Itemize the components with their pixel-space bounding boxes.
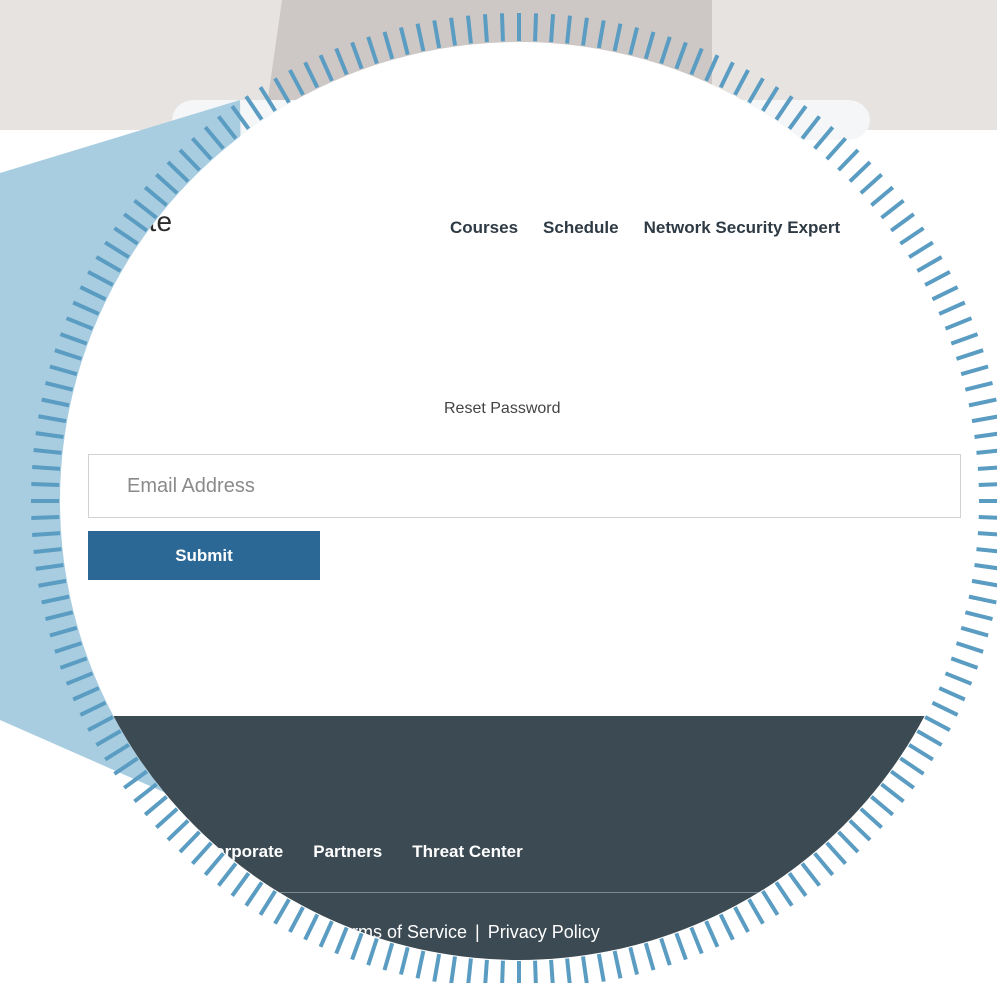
zoom-lens: itute Courses Schedule Network Security … bbox=[60, 42, 978, 960]
footer-link-partners[interactable]: Partners bbox=[313, 842, 382, 862]
nav-schedule[interactable]: Schedule bbox=[543, 218, 619, 238]
legal-separator: | bbox=[475, 922, 480, 942]
terms-link[interactable]: Terms of Service bbox=[333, 922, 467, 942]
nav-courses[interactable]: Courses bbox=[450, 218, 518, 238]
main-nav: Courses Schedule Network Security Expert bbox=[450, 218, 840, 238]
privacy-policy-link[interactable]: Privacy Policy bbox=[488, 922, 600, 942]
footer-link-threat-center[interactable]: Threat Center bbox=[412, 842, 523, 862]
submit-button[interactable]: Submit bbox=[88, 531, 320, 580]
brand-name: itute bbox=[118, 206, 173, 237]
nav-network-security-expert[interactable]: Network Security Expert bbox=[644, 218, 841, 238]
page-title: Reset Password bbox=[444, 400, 561, 417]
footer-link-corporate[interactable]: Corporate bbox=[202, 842, 283, 862]
footer-nav: Corporate Partners Threat Center bbox=[202, 842, 523, 862]
email-field[interactable] bbox=[88, 454, 961, 518]
footer-divider bbox=[260, 892, 780, 893]
legal-links: Terms of Service | Privacy Policy bbox=[333, 922, 600, 943]
